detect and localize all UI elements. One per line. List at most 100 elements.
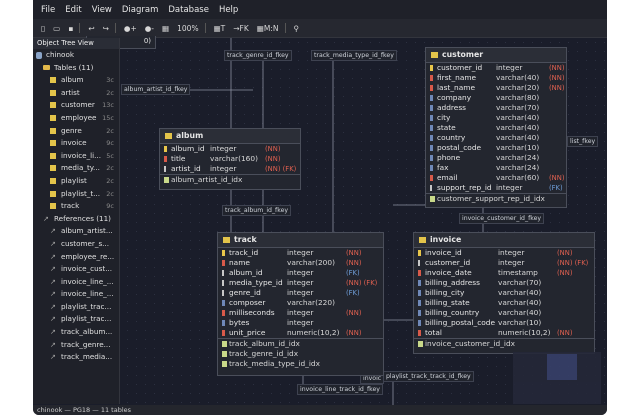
column-row[interactable]: bytes integer <box>218 318 383 328</box>
entity-invoice[interactable]: invoice invoice_id integer (NN) customer_id… <box>413 232 595 354</box>
tree-table-item[interactable]: invoice_li... 5c <box>33 150 119 163</box>
relation-label[interactable]: list_fkey <box>567 136 599 147</box>
reference-name: employee_re... <box>61 251 115 261</box>
column-name: billing_country <box>425 308 480 317</box>
column-row[interactable]: invoice_id integer (NN) <box>414 248 594 258</box>
index-row[interactable]: track_genre_id_idx <box>218 349 383 359</box>
relation-label[interactable]: track_album_id_fkey <box>222 205 292 216</box>
tree-reference-item[interactable]: ↗ track_media... <box>33 351 119 364</box>
column-row[interactable]: billing_state varchar(40) <box>414 298 594 308</box>
column-row[interactable]: company varchar(80) <box>426 93 566 103</box>
tables-label: Tables (11) <box>54 62 94 72</box>
column-row[interactable]: customer_id integer (NN) <box>426 63 566 73</box>
index-row[interactable]: track_album_id_idx <box>218 339 383 349</box>
index-row[interactable]: invoice_customer_id_idx <box>414 339 594 349</box>
table-icon <box>50 89 56 96</box>
reference-name: playlist_trac... <box>61 314 112 324</box>
column-row[interactable]: name varchar(200) (NN) <box>218 258 383 268</box>
column-type: varchar(24) <box>496 163 540 172</box>
column-flags: (NN) <box>557 249 573 257</box>
relation-label[interactable]: track_media_type_id_fkey <box>311 50 397 61</box>
column-row[interactable]: artist_id integer (NN) (FK) <box>160 164 300 174</box>
tree-reference-item[interactable]: ↗ playlist_trac... <box>33 313 119 326</box>
tree-reference-item[interactable]: ↗ customer_s... <box>33 238 119 251</box>
column-row[interactable]: customer_id integer (NN) (FK) <box>414 258 594 268</box>
tree-table-item[interactable]: track 9c <box>33 200 119 213</box>
tree-reference-item[interactable]: ↗ employee_re... <box>33 251 119 264</box>
tree-table-item[interactable]: media_ty... 2c <box>33 162 119 175</box>
tree-table-item[interactable]: playlist_t... 2c <box>33 188 119 201</box>
index-row[interactable]: customer_support_rep_id_idx <box>426 194 566 204</box>
column-icon <box>418 270 421 276</box>
tree-table-item[interactable]: album 3c <box>33 74 119 87</box>
relation-label[interactable]: track_genre_id_fkey <box>224 50 292 61</box>
db-label: chinook <box>46 50 75 59</box>
index-row[interactable]: track_media_type_id_idx <box>218 359 383 369</box>
index-row[interactable]: album_artist_id_idx <box>160 175 300 185</box>
minimap-viewport[interactable] <box>547 354 577 380</box>
relation-label[interactable]: playlist_track_track_id_fkey <box>383 371 474 382</box>
column-row[interactable]: city varchar(40) <box>426 113 566 123</box>
tree-reference-item[interactable]: ↗ invoice_line_... <box>33 288 119 301</box>
column-row[interactable]: billing_city varchar(40) <box>414 288 594 298</box>
column-row[interactable]: billing_country varchar(40) <box>414 308 594 318</box>
tree-reference-item[interactable]: ↗ playlist_trac... <box>33 301 119 314</box>
column-name: billing_state <box>425 298 470 307</box>
column-row[interactable]: billing_address varchar(70) <box>414 278 594 288</box>
tree-references-node[interactable]: ↗ References (11) <box>33 213 119 226</box>
column-row[interactable]: postal_code varchar(10) <box>426 143 566 153</box>
minimap[interactable] <box>513 352 601 404</box>
column-row[interactable]: title varchar(160) (NN) <box>160 154 300 164</box>
column-row[interactable]: phone varchar(24) <box>426 153 566 163</box>
column-row[interactable]: address varchar(70) <box>426 103 566 113</box>
entity-customer[interactable]: customer customer_id integer (NN) first_nam… <box>425 47 567 208</box>
tree-table-item[interactable]: customer 13c <box>33 99 119 112</box>
tree-reference-item[interactable]: ↗ track_album... <box>33 326 119 339</box>
column-flags: (NN) (FK) <box>346 279 378 287</box>
column-icon <box>222 330 225 336</box>
column-flags: (NN) <box>557 329 573 337</box>
column-row[interactable]: billing_postal_code varchar(10) <box>414 318 594 328</box>
relation-label[interactable]: invoice_customer_id_fkey <box>459 213 545 224</box>
column-row[interactable]: support_rep_id integer (FK) <box>426 183 566 193</box>
table-name: artist <box>61 87 80 97</box>
column-count: 15c <box>102 113 114 122</box>
tree-tables-node[interactable]: Tables (11) <box>33 62 119 75</box>
tree-table-item[interactable]: artist 2c <box>33 87 119 100</box>
database-icon <box>36 51 42 59</box>
column-name: postal_code <box>437 143 482 152</box>
column-row[interactable]: country varchar(40) <box>426 133 566 143</box>
column-row[interactable]: first_name varchar(40) (NN) <box>426 73 566 83</box>
column-row[interactable]: album_id integer (NN) <box>160 144 300 154</box>
tree-reference-item[interactable]: ↗ invoice_cust... <box>33 263 119 276</box>
column-row[interactable]: fax varchar(24) <box>426 163 566 173</box>
entity-track[interactable]: track track_id integer (NN) name varchar(200… <box>217 232 384 376</box>
tree-db-node[interactable]: chinook <box>33 49 119 62</box>
tree-table-item[interactable]: playlist 2c <box>33 175 119 188</box>
column-type: varchar(20) <box>496 83 540 92</box>
column-row[interactable]: unit_price numeric(10,2) (NN) <box>218 328 383 338</box>
tree-table-item[interactable]: invoice 9c <box>33 137 119 150</box>
column-row[interactable]: milliseconds integer (NN) <box>218 308 383 318</box>
column-name: city <box>437 113 451 122</box>
tree-reference-item[interactable]: ↗ track_genre... <box>33 339 119 352</box>
tree-table-item[interactable]: employee 15c <box>33 112 119 125</box>
relation-label[interactable]: album_artist_id_fkey <box>121 84 191 95</box>
tree-reference-item[interactable]: ↗ album_artist... <box>33 225 119 238</box>
entity-album[interactable]: album album_id integer (NN) title varchar(16… <box>159 128 301 190</box>
column-row[interactable]: email varchar(60) (NN) <box>426 173 566 183</box>
column-row[interactable]: invoice_date timestamp (NN) <box>414 268 594 278</box>
column-row[interactable]: media_type_id integer (NN) (FK) <box>218 278 383 288</box>
column-row[interactable]: total numeric(10,2) (NN) <box>414 328 594 338</box>
column-row[interactable]: last_name varchar(20) (NN) <box>426 83 566 93</box>
tree-table-item[interactable]: genre 2c <box>33 125 119 138</box>
tree-reference-item[interactable]: ↗ invoice_line_... <box>33 276 119 289</box>
column-name: bytes <box>229 318 250 327</box>
column-row[interactable]: album_id integer (FK) <box>218 268 383 278</box>
column-row[interactable]: track_id integer (NN) <box>218 248 383 258</box>
column-row[interactable]: state varchar(40) <box>426 123 566 133</box>
relation-label[interactable]: invoice_line_track_id_fkey <box>297 384 383 395</box>
entity-header: album <box>160 129 300 144</box>
column-row[interactable]: genre_id integer (FK) <box>218 288 383 298</box>
column-row[interactable]: composer varchar(220) <box>218 298 383 308</box>
